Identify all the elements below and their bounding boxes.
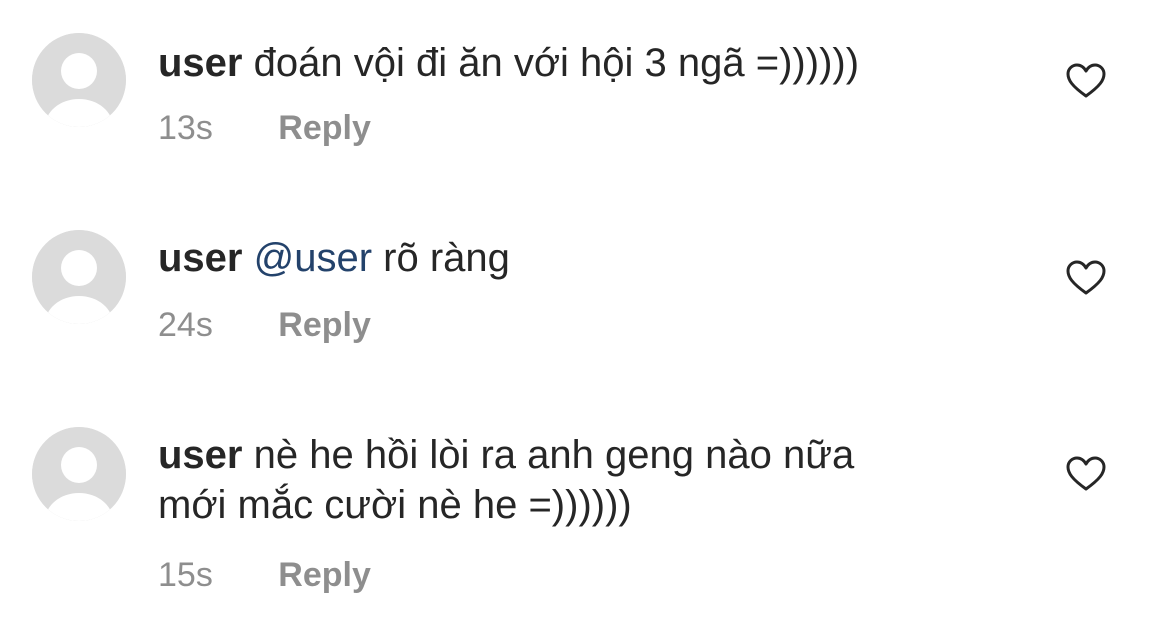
comment-text: user @user rõ ràng (158, 233, 1018, 283)
heart-outline-icon[interactable] (1066, 63, 1106, 99)
comment-item: user @user rõ ràng 24s Reply (0, 200, 1158, 400)
comment-timestamp: 15s (158, 556, 213, 594)
comment-mention-link[interactable]: @user (254, 236, 372, 280)
comment-message: nè he hồi lòi ra anh geng nào nữa (253, 433, 855, 477)
avatar[interactable] (32, 33, 126, 127)
avatar[interactable] (32, 230, 126, 324)
comment-meta: 24s Reply (158, 305, 371, 345)
comment-meta: 13s Reply (158, 108, 371, 148)
comment-line-1: user nè he hồi lòi ra anh geng nào nữa (158, 430, 1018, 480)
avatar[interactable] (32, 427, 126, 521)
comment-text: user nè he hồi lòi ra anh geng nào nữa m… (158, 430, 1018, 530)
comment-timestamp: 24s (158, 306, 213, 344)
comment-line-2: mới mắc cười nè he =)))))) (158, 483, 632, 527)
reply-button[interactable]: Reply (278, 555, 371, 595)
reply-button[interactable]: Reply (278, 108, 371, 148)
comment-meta: 15s Reply (158, 555, 371, 595)
comment-item: user đoán vội đi ăn với hội 3 ngã =)))))… (0, 0, 1158, 200)
comment-username[interactable]: user (158, 433, 243, 477)
comment-username[interactable]: user (158, 236, 243, 280)
comment-timestamp: 13s (158, 109, 213, 147)
default-avatar-icon (32, 33, 126, 127)
comment-username[interactable]: user (158, 41, 243, 85)
comment-message: đoán vội đi ăn với hội 3 ngã =)))))) (253, 41, 860, 85)
comment-message: rõ ràng (383, 236, 510, 280)
heart-outline-icon[interactable] (1066, 260, 1106, 296)
default-avatar-icon (32, 230, 126, 324)
comment-text: user đoán vội đi ăn với hội 3 ngã =)))))… (158, 38, 1018, 88)
comment-item: user nè he hồi lòi ra anh geng nào nữa m… (0, 400, 1158, 632)
heart-outline-icon[interactable] (1066, 456, 1106, 492)
reply-button[interactable]: Reply (278, 305, 371, 345)
default-avatar-icon (32, 427, 126, 521)
